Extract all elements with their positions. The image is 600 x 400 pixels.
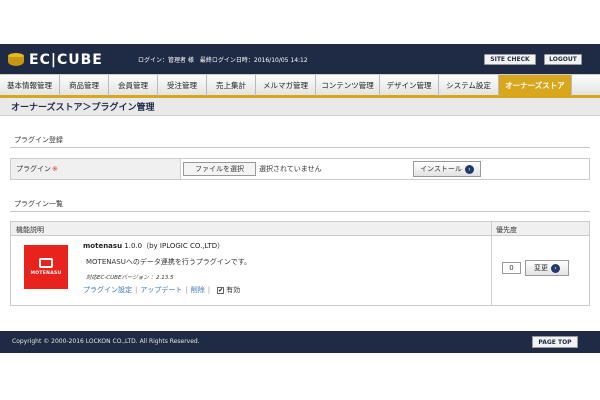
- plugin-list-table: 機能説明 優先度 MOTENASU motenasu 1.0.0（by IPLO…: [10, 221, 590, 306]
- cube-icon: [6, 53, 26, 67]
- required-mark: ※: [52, 165, 58, 173]
- install-button[interactable]: インストール ›: [413, 161, 481, 177]
- list-section-title: プラグイン一覧: [14, 200, 63, 208]
- arrow-right-icon: ›: [464, 164, 474, 174]
- nav-item-system[interactable]: システム設定: [439, 75, 499, 96]
- nav-item-basic-info[interactable]: 基本情報管理: [0, 75, 60, 96]
- plugin-compat-version: 対応EC-CUBEバージョン ：2.13.5: [86, 275, 174, 281]
- login-info: ログイン：管理者 様 最終ログイン日時：2016/10/05 14:12: [138, 57, 308, 64]
- priority-input[interactable]: 0: [502, 262, 521, 274]
- plugin-delete-link[interactable]: 削除: [191, 285, 205, 295]
- motenasu-mark-icon: [39, 258, 53, 268]
- plugin-actions: プラグイン設定 | アップデート | 削除 | ✔ 有効: [83, 285, 241, 295]
- page-title: オーナーズストア＞プラグイン管理: [0, 98, 600, 116]
- plugin-name-text: motenasu: [83, 242, 123, 250]
- plugin-description: MOTENASUへのデータ連携を行うプラグインです。: [86, 258, 251, 266]
- change-button-label: 変更: [534, 264, 548, 272]
- col-header-priority: 優先度: [496, 226, 517, 234]
- choose-file-button[interactable]: ファイルを選択: [183, 162, 256, 176]
- site-check-button[interactable]: SITE CHECK: [484, 54, 536, 65]
- plugin-label-text: プラグイン: [16, 165, 51, 173]
- plugin-register-row: プラグイン ※ ファイルを選択 選択されていません インストール ›: [10, 158, 590, 180]
- eccube-logo[interactable]: EC|CUBE: [6, 52, 103, 68]
- copyright: Copyright © 2000-2016 LOCKON CO.,LTD. Al…: [12, 338, 200, 345]
- main-nav: 基本情報管理 商品管理 会員管理 受注管理 売上集計 メルマガ管理 コンテンツ管…: [0, 74, 600, 98]
- plugin-version: 1.0.0（by IPLOGIC CO.,LTD）: [124, 242, 225, 250]
- nav-item-products[interactable]: 商品管理: [60, 75, 109, 96]
- nav-item-sales[interactable]: 売上集計: [207, 75, 256, 96]
- register-section-title: プラグイン登録: [14, 136, 63, 144]
- logo-label: MOTENASU: [30, 271, 62, 276]
- table-header: 機能説明 優先度: [11, 222, 589, 236]
- nav-item-orders[interactable]: 受注管理: [158, 75, 207, 96]
- column-divider: [491, 222, 492, 305]
- page-top-button[interactable]: PAGE TOP: [532, 336, 578, 348]
- arrow-right-icon: ›: [551, 263, 560, 273]
- change-priority-button[interactable]: 変更 ›: [525, 260, 569, 276]
- logo-text: EC|CUBE: [29, 52, 103, 68]
- divider: [10, 211, 590, 212]
- plugin-field-label: プラグイン ※: [11, 159, 181, 179]
- plugin-name: motenasu 1.0.0（by IPLOGIC CO.,LTD）: [83, 241, 224, 251]
- col-header-description: 機能説明: [16, 226, 44, 234]
- enabled-checkbox[interactable]: ✔: [217, 286, 225, 294]
- nav-item-owners-store[interactable]: オーナーズストア: [499, 75, 572, 96]
- plugin-settings-link[interactable]: プラグイン設定: [83, 285, 132, 295]
- nav-item-design[interactable]: デザイン管理: [380, 75, 439, 96]
- nav-item-mailmagazine[interactable]: メルマガ管理: [256, 75, 316, 96]
- enabled-label: 有効: [226, 286, 241, 294]
- logout-button[interactable]: LOGOUT: [544, 54, 582, 65]
- nav-item-contents[interactable]: コンテンツ管理: [316, 75, 380, 96]
- app-footer: Copyright © 2000-2016 LOCKON CO.,LTD. Al…: [0, 331, 600, 353]
- nav-item-customers[interactable]: 会員管理: [109, 75, 158, 96]
- file-status-text: 選択されていません: [259, 165, 322, 173]
- app-header: EC|CUBE ログイン：管理者 様 最終ログイン日時：2016/10/05 1…: [0, 44, 600, 74]
- motenasu-logo: MOTENASU: [24, 245, 68, 289]
- divider: [10, 147, 590, 148]
- plugin-update-link[interactable]: アップデート: [140, 285, 182, 295]
- install-button-label: インストール: [420, 165, 462, 173]
